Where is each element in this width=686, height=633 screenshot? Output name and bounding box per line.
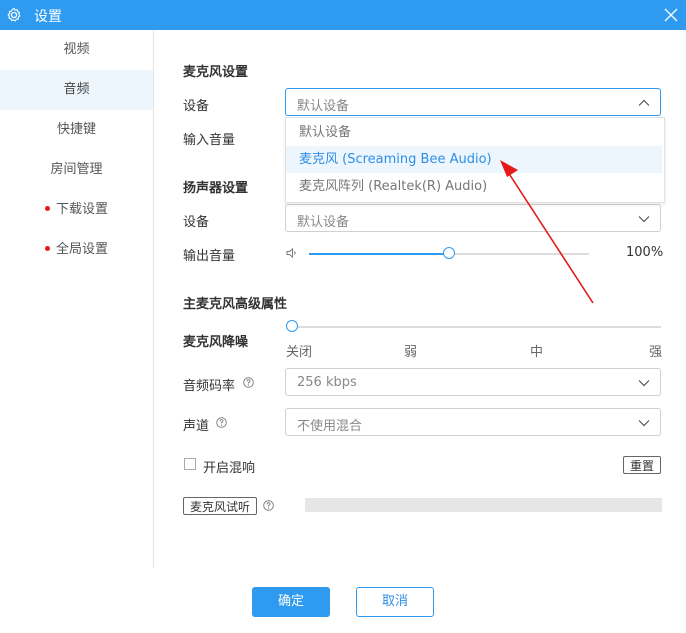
mic-device-value: 默认设备 <box>297 99 350 114</box>
mic-volume-label: 输入音量 <box>183 133 236 148</box>
annotation-arrow <box>500 160 594 304</box>
sidebar-item-label: 快捷键 <box>56 122 96 137</box>
chevron-up-icon <box>638 99 650 106</box>
noise-reduction-track[interactable] <box>291 326 661 328</box>
bitrate-label: 音频码率 <box>183 379 236 394</box>
noise-level-medium: 中 <box>530 345 544 360</box>
notification-dot <box>44 206 50 211</box>
sidebar-item-audio[interactable]: 音频 <box>0 70 153 110</box>
channel-select[interactable]: 不使用混合 <box>285 408 661 436</box>
noise-level-off: 关闭 <box>286 345 313 360</box>
chevron-down-icon <box>638 216 650 223</box>
noise-reduction-thumb[interactable] <box>286 320 298 332</box>
help-icon[interactable] <box>263 500 274 511</box>
advanced-section-title: 主麦克风高级属性 <box>183 297 288 312</box>
speaker-icon <box>286 247 296 259</box>
reverb-label: 开启混响 <box>203 461 256 476</box>
speaker-device-label: 设备 <box>183 215 210 230</box>
reset-button[interactable]: 重置 <box>623 456 661 474</box>
window-title: 设置 <box>34 9 62 25</box>
output-volume-thumb[interactable] <box>443 247 455 259</box>
sidebar: 视频 音频 快捷键 房间管理 下载设置 全局设置 <box>0 30 154 568</box>
mic-test-level-bar <box>305 498 662 512</box>
chevron-down-icon <box>638 420 650 427</box>
noise-level-weak: 弱 <box>404 345 418 360</box>
sidebar-item-label: 下载设置 <box>55 202 108 217</box>
mic-section-title: 麦克风设置 <box>183 65 249 80</box>
sidebar-item-label: 全局设置 <box>55 242 108 257</box>
notification-dot <box>44 246 50 251</box>
chevron-down-icon <box>638 380 650 387</box>
output-volume-fill <box>309 253 449 255</box>
help-icon[interactable] <box>243 377 254 388</box>
speaker-volume-label: 输出音量 <box>183 249 236 264</box>
close-icon[interactable] <box>662 6 680 24</box>
sidebar-item-video[interactable]: 视频 <box>0 30 153 70</box>
ok-button[interactable]: 确定 <box>252 587 330 617</box>
channel-label: 声道 <box>183 419 210 434</box>
output-volume-value: 100% <box>626 245 664 260</box>
noise-level-strong: 强 <box>649 345 663 360</box>
sidebar-item-label: 视频 <box>63 42 90 57</box>
cancel-button[interactable]: 取消 <box>356 587 434 617</box>
speaker-device-value: 默认设备 <box>297 215 350 230</box>
channel-value: 不使用混合 <box>297 419 363 434</box>
help-icon[interactable] <box>216 417 227 428</box>
sidebar-item-label: 房间管理 <box>50 162 103 177</box>
mic-device-select[interactable]: 默认设备 <box>285 88 661 116</box>
reverb-checkbox[interactable] <box>184 458 196 470</box>
gear-icon <box>7 7 21 22</box>
speaker-section-title: 扬声器设置 <box>183 181 249 196</box>
sidebar-item-room-management[interactable]: 房间管理 <box>0 150 153 190</box>
sidebar-item-label: 音频 <box>63 82 90 97</box>
noise-reduction-label: 麦克风降噪 <box>183 335 249 350</box>
mic-device-label: 设备 <box>183 99 210 114</box>
title-bar: 设置 <box>0 0 686 30</box>
sidebar-item-global-settings[interactable]: 全局设置 <box>0 230 153 270</box>
dropdown-option-default[interactable]: 默认设备 <box>286 119 662 146</box>
mic-test-button[interactable]: 麦克风试听 <box>183 497 257 515</box>
bitrate-select[interactable]: 256 kbps <box>285 368 661 396</box>
sidebar-item-download-settings[interactable]: 下载设置 <box>0 190 153 230</box>
bitrate-value: 256 kbps <box>297 375 357 390</box>
sidebar-item-shortcuts[interactable]: 快捷键 <box>0 110 153 150</box>
